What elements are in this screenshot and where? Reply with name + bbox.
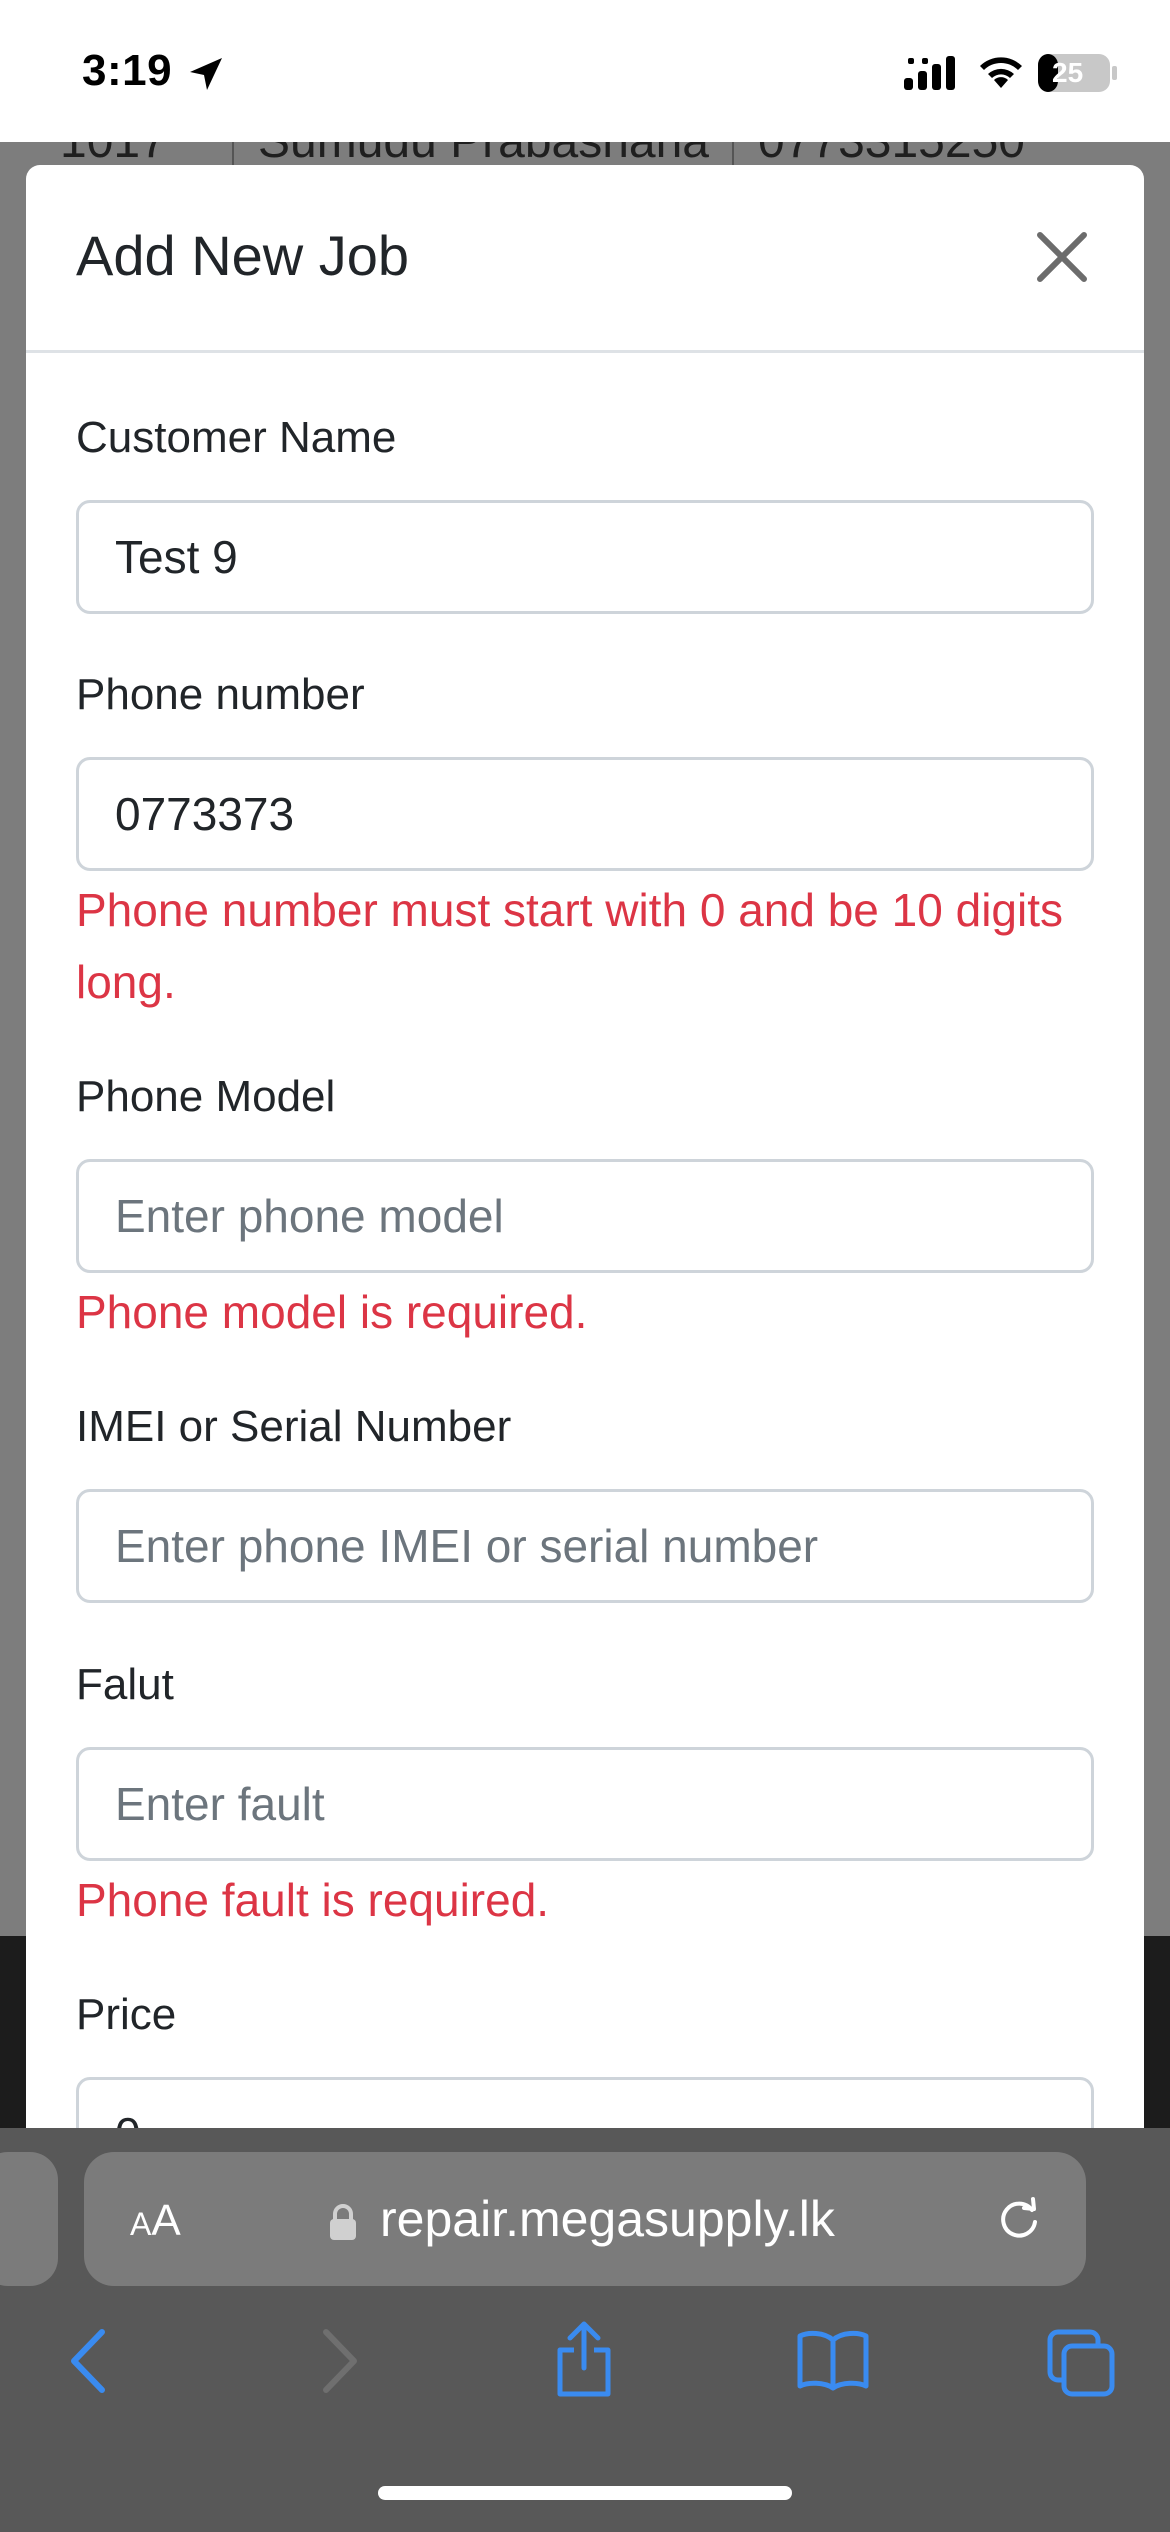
- price-label: Price: [76, 1990, 177, 2039]
- fault-input[interactable]: [76, 1747, 1094, 1861]
- forward-icon[interactable]: [318, 2326, 362, 2396]
- lock-icon: [330, 2204, 356, 2240]
- imei-input[interactable]: [76, 1489, 1094, 1603]
- status-bar: 3:19 25: [0, 0, 1170, 142]
- modal-title: Add New Job: [76, 224, 410, 287]
- phone-number-label: Phone number: [76, 670, 365, 719]
- address-bar[interactable]: AA repair.megasupply.lk: [84, 2152, 1086, 2286]
- battery-level: 25: [1052, 57, 1084, 88]
- phone-model-error: Phone model is required.: [76, 1286, 588, 1338]
- home-indicator: [378, 2486, 792, 2500]
- cellular-signal-icon: [904, 56, 955, 90]
- share-icon[interactable]: [552, 2320, 616, 2400]
- phone-model-label: Phone Model: [76, 1072, 336, 1121]
- imei-label: IMEI or Serial Number: [76, 1402, 512, 1451]
- add-job-modal: Add New Job Customer Name Phone number P…: [26, 165, 1144, 2128]
- close-icon[interactable]: [1032, 227, 1092, 287]
- phone-number-input[interactable]: [76, 757, 1094, 871]
- wifi-icon: [980, 57, 1022, 88]
- status-time: 3:19: [82, 46, 173, 95]
- tabs-icon[interactable]: [1046, 2328, 1116, 2398]
- price-input[interactable]: [76, 2077, 1094, 2128]
- modal-header: Add New Job: [26, 165, 1144, 353]
- phone-model-input[interactable]: [76, 1159, 1094, 1273]
- url-text[interactable]: repair.megasupply.lk: [380, 2190, 835, 2248]
- back-icon[interactable]: [66, 2326, 110, 2396]
- customer-name-label: Customer Name: [76, 413, 397, 462]
- customer-name-input[interactable]: [76, 500, 1094, 614]
- location-arrow-icon: [190, 58, 222, 90]
- phone-number-error: Phone number must start with 0 and be 10…: [76, 884, 1064, 1008]
- fault-label: Falut: [76, 1660, 174, 1709]
- fault-error: Phone fault is required.: [76, 1874, 550, 1926]
- bookmarks-icon[interactable]: [796, 2328, 870, 2392]
- browser-toolbar: AA repair.megasupply.lk: [0, 2128, 1170, 2532]
- previous-tab-peek[interactable]: [0, 2152, 58, 2286]
- reload-icon[interactable]: [994, 2194, 1044, 2244]
- text-size-button[interactable]: AA: [130, 2196, 181, 2246]
